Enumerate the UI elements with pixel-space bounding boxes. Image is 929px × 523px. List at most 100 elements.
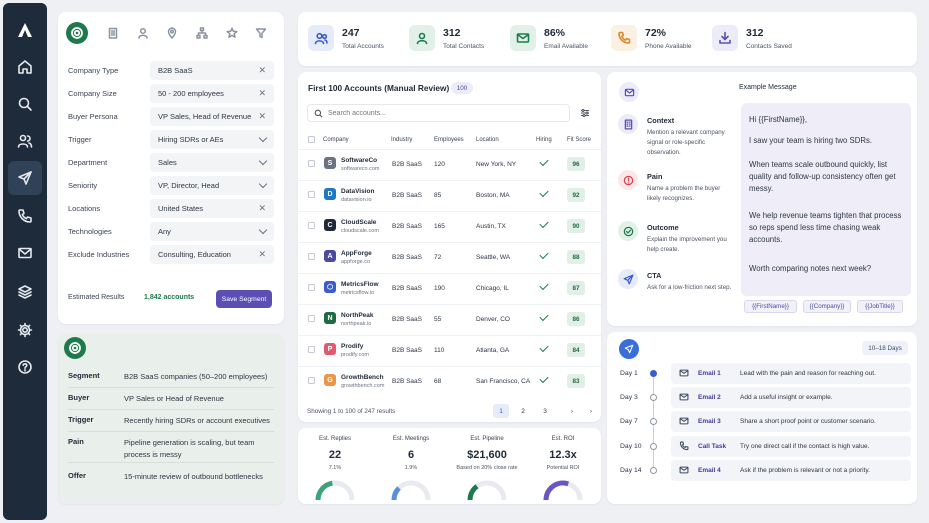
nav-search-icon[interactable] xyxy=(8,87,42,121)
column-header[interactable]: Location xyxy=(476,137,499,143)
stat-value: 86% xyxy=(544,26,566,39)
select-all-checkbox[interactable] xyxy=(308,136,315,143)
table-row[interactable]: P Prodify prodify.com B2B SaaS 110 Atlanta, G… xyxy=(298,335,601,366)
company-name[interactable]: Prodify xyxy=(341,343,363,350)
clear-x-icon[interactable]: ✕ xyxy=(258,111,266,122)
table-row[interactable]: A AppForge appforge.co B2B SaaS 72 Seattle, W… xyxy=(298,242,601,273)
sequence-step[interactable]: Email 2 Add a useful insight or example. xyxy=(671,387,911,409)
tab-location[interactable] xyxy=(157,22,187,44)
gauge-fill xyxy=(543,480,570,501)
nav-help-icon[interactable] xyxy=(8,350,42,384)
industry-cell: B2B SaaS xyxy=(392,223,422,230)
row-checkbox[interactable] xyxy=(308,315,315,322)
merge-tag[interactable]: {{Company}} xyxy=(803,300,851,313)
tab-org[interactable] xyxy=(187,22,217,44)
filter-label: Buyer Persona xyxy=(68,111,118,121)
row-checkbox[interactable] xyxy=(308,160,315,167)
table-row[interactable]: D DataVision datavision.io B2B SaaS 85 Boston… xyxy=(298,180,601,211)
column-header[interactable]: Fit Score xyxy=(567,137,591,143)
company-name[interactable]: MetricsFlow xyxy=(341,281,379,288)
tab-filter[interactable] xyxy=(246,22,276,44)
search-accounts-input[interactable] xyxy=(328,107,563,119)
star-icon xyxy=(225,27,238,38)
filter-value-field[interactable]: United States ✕ xyxy=(150,198,274,218)
nav-users-icon[interactable] xyxy=(8,124,42,158)
page-button[interactable]: 2 xyxy=(515,404,531,418)
filter-row: Buyer Persona VP Sales, Head of Revenue ✕ xyxy=(68,106,274,126)
row-checkbox[interactable] xyxy=(308,191,315,198)
gauge-fill xyxy=(391,486,401,501)
row-checkbox[interactable] xyxy=(308,346,315,353)
merge-tag[interactable]: {{JobTitle}} xyxy=(857,300,903,313)
chevron-down-icon[interactable] xyxy=(258,156,268,165)
company-name[interactable]: NorthPeak xyxy=(341,312,374,319)
tab-favorites[interactable] xyxy=(217,22,247,44)
nav-phone-icon[interactable] xyxy=(8,199,42,233)
column-header[interactable]: Hiring xyxy=(536,137,552,143)
column-header[interactable]: Industry xyxy=(391,137,412,143)
clear-x-icon[interactable]: ✕ xyxy=(258,65,266,76)
table-row[interactable]: C CloudScale cloudscale.com B2B SaaS 165 Aust… xyxy=(298,211,601,242)
step-desc: Lead with the pain and reason for reachi… xyxy=(740,370,876,377)
tab-target[interactable] xyxy=(66,22,88,44)
next-page-chevron-icon[interactable]: › xyxy=(564,404,580,418)
nav-settings-icon[interactable] xyxy=(8,313,42,347)
metric-label: Est. ROI xyxy=(551,436,575,442)
sequence-step[interactable]: Email 1 Lead with the pain and reason for… xyxy=(671,363,911,384)
location-cell: San Francisco, CA xyxy=(476,378,531,385)
chevron-down-icon[interactable] xyxy=(258,179,268,188)
nav-mail-icon[interactable] xyxy=(8,236,42,270)
table-row[interactable]: ⬡ MetricsFlow metricsflow.io B2B SaaS 190 Chi… xyxy=(298,273,601,304)
filter-value-field[interactable]: 50 - 200 employees ✕ xyxy=(150,83,274,103)
row-checkbox[interactable] xyxy=(308,377,315,384)
filter-settings-icon[interactable] xyxy=(580,108,590,118)
summary-value: VP Sales or Head of Revenue xyxy=(124,394,224,403)
company-name[interactable]: GrowthBench xyxy=(341,374,384,381)
clear-x-icon[interactable]: ✕ xyxy=(258,88,266,99)
filter-value-field[interactable]: Hiring SDRs or AEs xyxy=(150,129,274,149)
clear-x-icon[interactable]: ✕ xyxy=(258,203,266,214)
chevron-down-icon[interactable] xyxy=(258,133,268,142)
stats-bar: 247 Total Accounts 312 Total Contacts 86% Ema… xyxy=(298,12,917,66)
tab-person[interactable] xyxy=(128,22,158,44)
industry-cell: B2B SaaS xyxy=(392,192,422,199)
filter-value-field[interactable]: Any xyxy=(150,221,274,241)
column-header[interactable]: Company xyxy=(323,137,349,143)
chevron-down-icon[interactable] xyxy=(258,225,268,234)
row-checkbox[interactable] xyxy=(308,284,315,291)
company-name[interactable]: DataVision xyxy=(341,188,374,195)
row-checkbox[interactable] xyxy=(308,222,315,229)
row-checkbox[interactable] xyxy=(308,253,315,260)
merge-tag[interactable]: {{FirstName}} xyxy=(744,300,797,313)
company-name[interactable]: CloudScale xyxy=(341,219,376,226)
company-name[interactable]: SoftwareCo xyxy=(341,157,377,164)
save-segment-button[interactable]: Save Segment xyxy=(216,290,272,308)
filter-value-field[interactable]: VP Sales, Head of Revenue ✕ xyxy=(150,106,274,126)
page-button[interactable]: 3 xyxy=(537,404,553,418)
company-name[interactable]: AppForge xyxy=(341,250,372,257)
table-row[interactable]: N NorthPeak northpeak.io B2B SaaS 55 Denver, … xyxy=(298,304,601,335)
table-row[interactable]: G GrowthBench growthbench.com B2B SaaS 68 San… xyxy=(298,366,601,397)
sequence-step[interactable]: Email 3 Share a short proof point or cust… xyxy=(671,411,911,433)
framework-title: Context xyxy=(647,116,675,125)
app-logo-icon[interactable] xyxy=(16,21,34,39)
table-row[interactable]: S SoftwareCo softwareco.com B2B SaaS 120 New … xyxy=(298,149,601,180)
filter-value-field[interactable]: Sales xyxy=(150,152,274,172)
nav-home-icon[interactable] xyxy=(8,50,42,84)
nav-layers-icon[interactable] xyxy=(8,275,42,309)
filter-value-field[interactable]: VP, Director, Head xyxy=(150,175,274,195)
tab-company[interactable] xyxy=(98,22,128,44)
sequence-step[interactable]: Email 4 Ask if the problem is relevant or… xyxy=(671,459,911,481)
metric-value: 12.3x xyxy=(549,449,577,461)
column-header[interactable]: Employees xyxy=(434,137,464,143)
page-button[interactable]: 1 xyxy=(493,404,509,418)
step-desc: Try one direct call if the contact is hi… xyxy=(740,442,870,450)
filter-value-field[interactable]: Consulting, Education ✕ xyxy=(150,244,274,264)
fit-score-badge: 84 xyxy=(567,343,585,357)
nav-send-icon[interactable] xyxy=(8,161,42,195)
last-page-chevron-icon[interactable]: › xyxy=(583,404,599,418)
sequence-step[interactable]: Call Task Try one direct call if the cont… xyxy=(671,435,911,457)
stat-value: 312 xyxy=(746,26,764,39)
clear-x-icon[interactable]: ✕ xyxy=(258,249,266,260)
filter-value-field[interactable]: B2B SaaS ✕ xyxy=(150,60,274,80)
